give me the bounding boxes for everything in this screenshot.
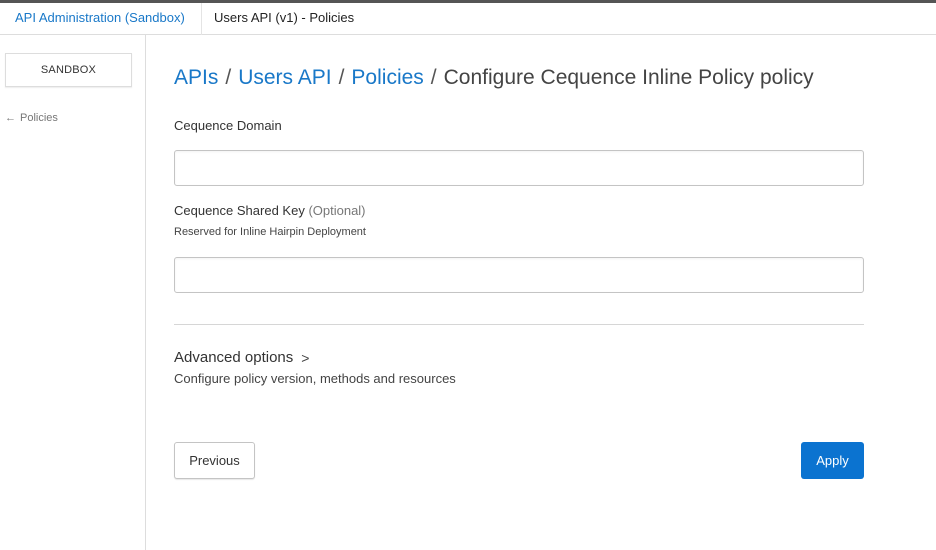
advanced-options-description: Configure policy version, methods and re… [174,371,456,386]
environment-button[interactable]: SANDBOX [5,53,132,87]
title-separator: / [338,66,345,89]
title-separator: / [430,66,437,89]
breadcrumb-api-administration[interactable]: API Administration (Sandbox) [15,10,185,25]
breadcrumb-divider [201,3,202,35]
domain-label: Cequence Domain [174,118,282,133]
section-divider [174,324,864,325]
advanced-options-toggle[interactable]: Advanced options > [174,349,309,366]
previous-button[interactable]: Previous [174,442,255,479]
domain-input[interactable] [174,150,864,186]
top-bar: API Administration (Sandbox) Users API (… [0,0,936,35]
title-crumb-policies[interactable]: Policies [351,66,423,89]
advanced-options-label: Advanced options [174,349,294,366]
sidebar: SANDBOX ← Policies [0,35,146,550]
shared-key-input[interactable] [174,257,864,293]
optional-tag: (Optional) [308,203,366,218]
chevron-right-icon: > [301,349,310,366]
shared-key-label: Cequence Shared Key (Optional) [174,203,366,218]
apply-button[interactable]: Apply [801,442,864,479]
title-crumb-apis[interactable]: APIs [174,66,218,89]
title-current: Configure Cequence Inline Policy policy [443,66,814,89]
shared-key-hint: Reserved for Inline Hairpin Deployment [174,226,366,238]
back-link-label: Policies [20,112,58,124]
arrow-left-icon: ← [5,112,16,124]
title-crumb-users-api[interactable]: Users API [238,66,331,89]
shared-key-label-text: Cequence Shared Key [174,203,305,218]
page-title: APIs / Users API / Policies / Configure Cequen… [174,66,814,90]
breadcrumb-current-page: Users API (v1) - Policies [214,10,355,25]
back-to-policies-link[interactable]: ← Policies [5,112,58,124]
title-separator: / [225,66,232,89]
